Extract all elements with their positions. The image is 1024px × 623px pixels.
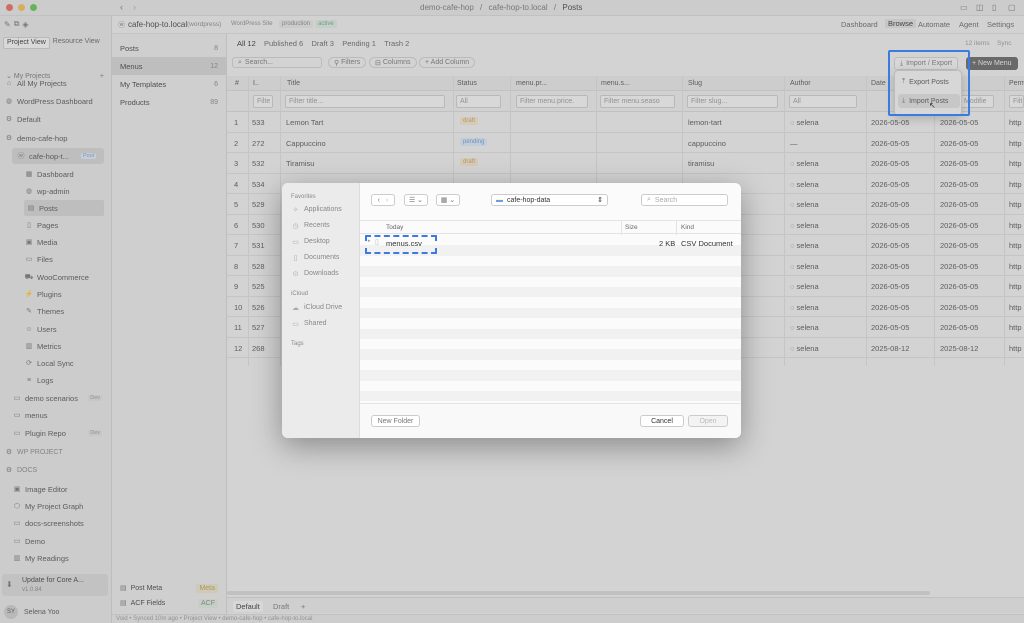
sidebar-icloud-drive-label: iCloud Drive (304, 304, 343, 311)
sidebar-desktop[interactable]: ▭ Desktop (291, 237, 330, 246)
sidebar-shared-label: Shared (304, 320, 327, 327)
favorites-header: Favorites (291, 194, 316, 200)
download-circle-icon: ⊙ (292, 270, 299, 278)
file-list-stripe (360, 328, 741, 339)
sidebar-recents[interactable]: ◷ Recents (291, 221, 330, 230)
dialog-search-placeholder: Search (654, 196, 678, 204)
open-label: Open (699, 417, 717, 425)
sidebar-documents-label: Documents (304, 254, 340, 261)
file-list-stripe (360, 287, 741, 298)
location-dropdown[interactable]: ▬ cafe-hop-data ⇕ (491, 194, 608, 206)
grid-view-button[interactable]: ▦ ⌄ (436, 194, 460, 206)
clock-icon: ◷ (292, 222, 299, 230)
file-kind: CSV Document (681, 239, 733, 248)
shared-folder-icon: ▭ (292, 320, 299, 328)
tags-header: Tags (291, 341, 304, 347)
sidebar-applications-label: Applications (304, 206, 342, 213)
file-size: 2 KB (659, 239, 676, 248)
file-list-stripe (360, 276, 741, 287)
file-list-stripe (360, 297, 741, 308)
folder-icon: ▬ (496, 196, 503, 204)
highlight-box (888, 50, 970, 116)
cancel-label: Cancel (651, 417, 673, 425)
new-folder-button[interactable]: New Folder (371, 415, 420, 427)
back-forward-buttons[interactable]: ‹ › (371, 194, 395, 206)
cloud-icon: ☁ (292, 304, 299, 312)
file-list-stripe (360, 339, 741, 350)
applications-icon: ✧ (292, 206, 299, 214)
list-view-button[interactable]: ☰ ⌄ (404, 194, 428, 206)
sidebar-downloads-label: Downloads (304, 270, 339, 277)
file-list-stripe (360, 255, 741, 267)
open-file-dialog: Favorites ✧ Applications ◷ Recents ▭ Deskto… (282, 183, 741, 438)
chevron-updown-icon: ⇕ (597, 197, 603, 204)
document-icon: ▯ (293, 254, 298, 262)
back-icon[interactable]: ‹ (378, 197, 380, 204)
grid-icon: ▦ ⌄ (440, 197, 456, 204)
sidebar-shared[interactable]: ▭ Shared (291, 319, 327, 328)
file-list-stripe (360, 380, 741, 391)
dialog-sidebar: Favorites ✧ Applications ◷ Recents ▭ Deskto… (282, 183, 360, 438)
icloud-header: iCloud (291, 291, 309, 297)
file-list-stripe (360, 391, 741, 402)
file-list-stripe (360, 349, 741, 360)
col-name-header[interactable]: Today (386, 224, 403, 231)
forward-icon[interactable]: › (386, 197, 388, 204)
open-button[interactable]: Open (688, 415, 728, 427)
list-icon: ☰ ⌄ (408, 197, 424, 204)
sidebar-recents-label: Recents (304, 222, 330, 229)
file-highlight-box (365, 235, 437, 254)
file-list-stripe (360, 318, 741, 329)
file-list-stripe (360, 307, 741, 319)
file-list-stripe (360, 266, 741, 277)
sidebar-documents[interactable]: ▯ Documents (291, 253, 340, 262)
col-kind-header[interactable]: Kind (681, 224, 694, 231)
sidebar-desktop-label: Desktop (304, 238, 330, 245)
desktop-icon: ▭ (292, 238, 299, 246)
file-list-stripe (360, 359, 741, 371)
col-size-header[interactable]: Size (625, 224, 638, 231)
cancel-button[interactable]: Cancel (640, 415, 684, 427)
location-label: cafe-hop-data (507, 196, 551, 204)
search-icon: ⌕ (647, 196, 651, 203)
sidebar-icloud-drive[interactable]: ☁ iCloud Drive (291, 303, 342, 312)
file-list-stripe (360, 370, 741, 381)
sidebar-applications[interactable]: ✧ Applications (291, 205, 342, 214)
file-list-header: Today Size Kind (360, 220, 741, 235)
sidebar-downloads[interactable]: ⊙ Downloads (291, 269, 339, 278)
new-folder-label: New Folder (377, 417, 414, 425)
dialog-search-input[interactable]: ⌕ Search (641, 194, 728, 206)
